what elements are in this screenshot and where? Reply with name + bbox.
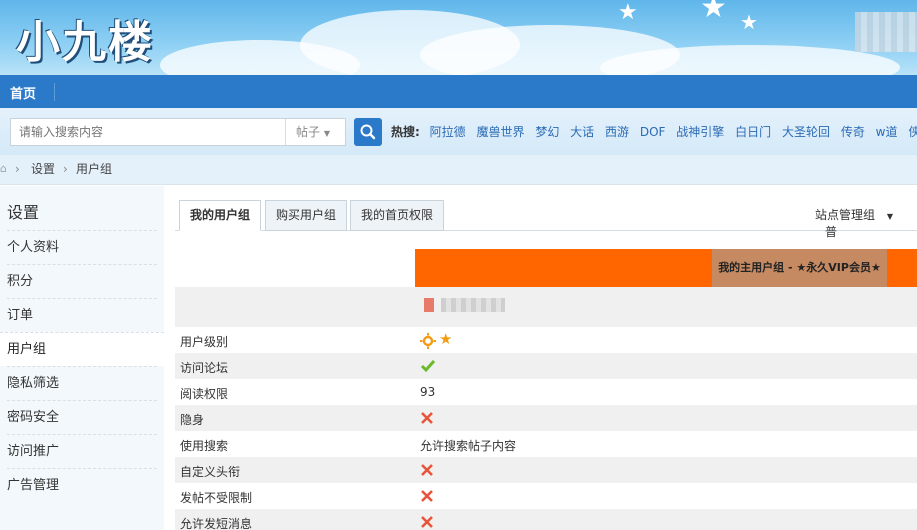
site-logo[interactable]: 小九楼 [16, 6, 154, 70]
table-row: 发帖不受限制 [175, 483, 917, 509]
star-level-icon: ★ [439, 330, 453, 348]
hot-link[interactable]: 侠盗猎车 [908, 125, 917, 139]
hot-link[interactable]: w道 [876, 125, 898, 139]
cross-icon [421, 490, 433, 502]
sidebar-item-password[interactable]: 密码安全 [7, 400, 157, 434]
table-row: 用户级别 ★ [175, 327, 917, 353]
user-info-row [175, 287, 917, 327]
row-label: 自定义头衔 [180, 465, 241, 479]
tab-buy-usergroup[interactable]: 购买用户组 [265, 200, 348, 231]
table-row: 阅读权限 93 [175, 379, 917, 405]
nav-home-link[interactable]: 首页 [10, 83, 36, 102]
settings-sidebar: 设置 个人资料 积分 订单 用户组 隐私筛选 密码安全 访问推广 广告管理 [0, 186, 164, 530]
search-type-label: 帖子 [296, 125, 321, 139]
site-admin-label: 站点管理组 [815, 208, 876, 222]
star-icon: ★ [700, 0, 727, 25]
row-label: 发帖不受限制 [180, 491, 253, 505]
nav-divider [54, 83, 55, 101]
hot-link[interactable]: 梦幻 [535, 125, 559, 139]
hot-link[interactable]: 白日门 [735, 125, 771, 139]
search-input[interactable] [11, 119, 285, 145]
tab-homepage-permissions[interactable]: 我的首页权限 [350, 200, 445, 231]
cross-icon [421, 412, 433, 424]
sidebar-item-usergroup[interactable]: 用户组 [0, 332, 164, 366]
caret-down-icon: ▼ [886, 212, 893, 221]
sidebar-item-privacy[interactable]: 隐私筛选 [7, 366, 157, 400]
user-avatar-blurred[interactable] [855, 12, 917, 52]
hot-link[interactable]: DOF [640, 125, 666, 139]
row-label: 隐身 [180, 413, 205, 427]
row-value: 93 [420, 385, 436, 399]
row-label: 访问论坛 [180, 361, 229, 375]
main-nav: 首页 [0, 75, 917, 108]
row-label: 允许发短消息 [180, 517, 253, 530]
hot-search: 热搜: 阿拉德 魔兽世界 梦幻 大话 西游 DOF 战神引擎 白日门 大圣轮回 … [391, 123, 917, 140]
row-label: 阅读权限 [180, 387, 229, 401]
table-row: 隐身 [175, 405, 917, 431]
star-icon: ★ [618, 0, 638, 25]
sidebar-title: 设置 [7, 203, 40, 222]
breadcrumb-separator: › [15, 162, 20, 176]
sidebar-item-orders[interactable]: 订单 [7, 298, 157, 332]
hot-link[interactable]: 战神引擎 [676, 125, 724, 139]
table-row: 使用搜索 允许搜索帖子内容 [175, 431, 917, 457]
sidebar-item-ads[interactable]: 广告管理 [7, 468, 157, 502]
breadcrumb-current: 用户组 [76, 162, 113, 176]
site-admin-more: 普 [825, 225, 838, 239]
sun-level-icon [420, 333, 436, 349]
hot-link[interactable]: 魔兽世界 [476, 125, 524, 139]
check-icon [420, 360, 436, 373]
sidebar-item-promotion[interactable]: 访问推广 [7, 434, 157, 468]
usergroup-tabs: 我的用户组 购买用户组 我的首页权限 [175, 199, 917, 231]
table-row: 自定义头衔 [175, 457, 917, 483]
star-icon: ★ [740, 10, 758, 34]
search-type-select[interactable]: 帖子 ▼ [285, 119, 345, 145]
hot-link[interactable]: 大话 [570, 125, 594, 139]
search-button[interactable] [354, 118, 382, 146]
caret-down-icon: ▼ [323, 129, 330, 138]
search-icon [360, 124, 376, 140]
hot-link[interactable]: 西游 [605, 125, 629, 139]
site-banner: 小九楼 ★ ★ ★ [0, 0, 917, 75]
breadcrumb-settings[interactable]: 设置 [31, 155, 55, 183]
home-icon[interactable]: ⌂ [0, 155, 7, 183]
user-avatar [424, 298, 434, 312]
site-admin-dropdown[interactable]: 站点管理组 ▼ 普 [815, 206, 917, 240]
sidebar-item-profile[interactable]: 个人资料 [7, 230, 157, 264]
main-usergroup-label: 我的主用户组 - ★永久VIP会员★ [712, 249, 887, 287]
table-row: 允许发短消息 [175, 509, 917, 530]
search-box: 帖子 ▼ [10, 118, 346, 146]
table-row: 访问论坛 [175, 353, 917, 379]
breadcrumb: ⌂ › 设置 › 用户组 [0, 155, 917, 185]
hot-link[interactable]: 大圣轮回 [782, 125, 830, 139]
row-label: 使用搜索 [180, 439, 229, 453]
row-label: 用户级别 [180, 335, 229, 349]
breadcrumb-separator: › [63, 162, 68, 176]
cross-icon [421, 516, 433, 528]
hot-link[interactable]: 传奇 [841, 125, 865, 139]
tab-my-usergroup[interactable]: 我的用户组 [179, 200, 262, 231]
row-value: 允许搜索帖子内容 [420, 439, 517, 453]
hot-search-label: 热搜: [391, 125, 420, 139]
sidebar-item-credits[interactable]: 积分 [7, 264, 157, 298]
hot-link[interactable]: 阿拉德 [430, 125, 466, 139]
search-bar: 帖子 ▼ 热搜: 阿拉德 魔兽世界 梦幻 大话 西游 DOF 战神引擎 白日门 … [0, 108, 917, 155]
username-blurred [441, 298, 505, 312]
cross-icon [421, 464, 433, 476]
